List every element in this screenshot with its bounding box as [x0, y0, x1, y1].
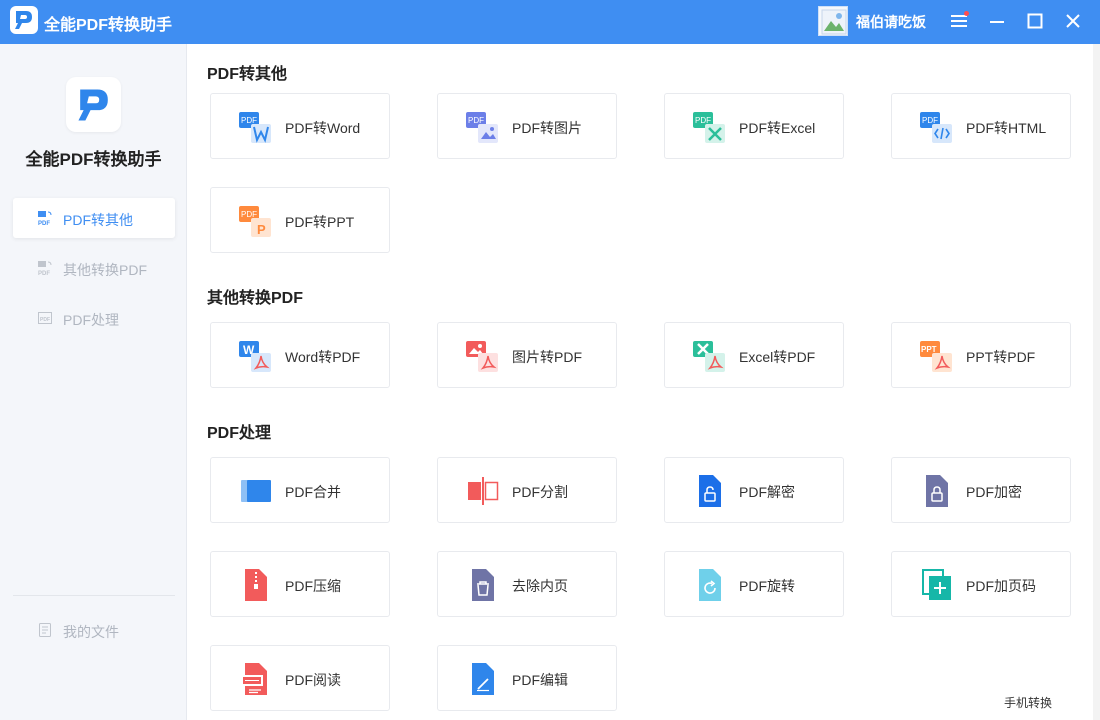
card-label: 图片转PDF — [512, 349, 582, 365]
avatar[interactable] — [818, 6, 848, 36]
card-label: PDF编辑 — [512, 672, 568, 688]
card-pdf-decrypt[interactable]: PDF解密 — [664, 457, 844, 523]
card-pdf-encrypt[interactable]: PDF加密 — [891, 457, 1071, 523]
mobile-convert-link[interactable]: 手机转换 — [1004, 694, 1052, 711]
maximize-icon[interactable] — [1024, 10, 1046, 32]
sidebar-item-label: PDF处理 — [63, 312, 119, 328]
pdf-to-html-icon: PDF — [920, 110, 954, 144]
delete-page-icon — [466, 568, 500, 602]
sidebar-item-label: 其他转换PDF — [63, 262, 147, 278]
pdf-to-image-icon: PDF — [466, 110, 500, 144]
read-file-icon — [239, 662, 273, 696]
excel-to-pdf-icon — [693, 339, 727, 373]
file-list-icon — [37, 622, 53, 638]
card-label: PDF转Word — [285, 120, 361, 136]
card-label: PPT转PDF — [966, 349, 1036, 365]
card-label: PDF转Excel — [739, 120, 816, 136]
card-label: PDF解密 — [739, 484, 795, 500]
card-label: PDF加密 — [966, 484, 1022, 500]
card-label: PDF旋转 — [739, 578, 795, 594]
card-remove-pages[interactable]: 去除内页 — [437, 551, 617, 617]
svg-text:PDF: PDF — [468, 116, 484, 125]
card-pdf-to-excel[interactable]: PDF PDF转Excel — [664, 93, 844, 159]
card-pdf-compress[interactable]: PDF压缩 — [210, 551, 390, 617]
minimize-icon[interactable] — [986, 10, 1008, 32]
section-title-pdf-process: PDF处理 — [207, 425, 272, 442]
sidebar-item-my-files[interactable]: 我的文件 — [13, 610, 175, 650]
card-label: 去除内页 — [512, 578, 568, 594]
card-ppt-to-pdf[interactable]: PPT PPT转PDF — [891, 322, 1071, 388]
card-pdf-to-html[interactable]: PDF PDF转HTML — [891, 93, 1071, 159]
card-pdf-add-page-number[interactable]: PDF加页码 — [891, 551, 1071, 617]
sidebar-item-label: 我的文件 — [63, 624, 119, 640]
to-pdf-icon: PDF — [37, 260, 53, 277]
app-logo-icon — [10, 6, 38, 34]
card-label: PDF转图片 — [512, 120, 582, 136]
card-label: PDF阅读 — [285, 672, 341, 688]
sidebar: 全能PDF转换助手 PDF PDF转其他 PDF 其他转换PDF PDF PDF… — [0, 44, 187, 720]
compress-file-icon — [239, 568, 273, 602]
card-image-to-pdf[interactable]: 图片转PDF — [437, 322, 617, 388]
sidebar-item-label: PDF转其他 — [63, 212, 133, 228]
card-pdf-merge[interactable]: PDF合并 — [210, 457, 390, 523]
card-label: PDF分割 — [512, 484, 568, 500]
app-title: 全能PDF转换助手 — [44, 17, 173, 34]
card-pdf-split[interactable]: PDF分割 — [437, 457, 617, 523]
svg-text:PDF: PDF — [241, 116, 257, 125]
add-page-icon — [920, 568, 954, 602]
sidebar-item-other-to-pdf[interactable]: PDF 其他转换PDF — [13, 248, 175, 288]
edit-file-icon — [466, 662, 500, 696]
menu-icon[interactable] — [948, 10, 970, 32]
unlock-file-icon — [693, 474, 727, 508]
merge-icon — [239, 474, 273, 508]
card-label: PDF合并 — [285, 484, 341, 500]
card-pdf-read[interactable]: PDF阅读 — [210, 645, 390, 711]
sidebar-item-pdf-process[interactable]: PDF PDF处理 — [13, 298, 175, 338]
card-word-to-pdf[interactable]: W Word转PDF — [210, 322, 390, 388]
card-label: PDF转HTML — [966, 120, 1047, 136]
split-icon — [466, 474, 500, 508]
svg-text:PDF: PDF — [241, 210, 257, 219]
svg-text:PDF: PDF — [38, 221, 50, 226]
sidebar-title: 全能PDF转换助手 — [25, 150, 162, 169]
card-label: PDF转PPT — [285, 214, 355, 230]
svg-text:PDF: PDF — [40, 317, 50, 323]
word-to-pdf-icon: W — [239, 339, 273, 373]
rotate-file-icon — [693, 568, 727, 602]
sidebar-logo-icon — [66, 77, 121, 132]
close-icon[interactable] — [1062, 10, 1084, 32]
svg-text:PDF: PDF — [38, 271, 50, 276]
card-label: PDF加页码 — [966, 578, 1036, 594]
card-pdf-edit[interactable]: PDF编辑 — [437, 645, 617, 711]
notification-dot — [964, 11, 969, 16]
card-pdf-rotate[interactable]: PDF旋转 — [664, 551, 844, 617]
svg-text:PDF: PDF — [922, 116, 938, 125]
svg-text:PPT: PPT — [921, 345, 937, 354]
svg-text:P: P — [257, 222, 266, 237]
title-bar: 全能PDF转换助手 福伯请吃饭 — [0, 0, 1100, 44]
card-label: PDF压缩 — [285, 578, 341, 594]
ppt-to-pdf-icon: PPT — [920, 339, 954, 373]
lock-file-icon — [920, 474, 954, 508]
card-pdf-to-ppt[interactable]: PDF P PDF转PPT — [210, 187, 390, 253]
pdf-convert-icon: PDF — [37, 210, 53, 227]
sidebar-divider — [13, 595, 175, 596]
card-excel-to-pdf[interactable]: Excel转PDF — [664, 322, 844, 388]
image-to-pdf-icon — [466, 339, 500, 373]
card-pdf-to-word[interactable]: PDF PDF转Word — [210, 93, 390, 159]
scrollbar[interactable] — [1093, 44, 1100, 720]
card-label: Word转PDF — [285, 349, 361, 365]
pdf-process-icon: PDF — [37, 310, 53, 326]
pdf-to-excel-icon: PDF — [693, 110, 727, 144]
pdf-to-word-icon: PDF — [239, 110, 273, 144]
sidebar-item-pdf-to-other[interactable]: PDF PDF转其他 — [13, 198, 175, 238]
svg-text:PDF: PDF — [695, 116, 711, 125]
username[interactable]: 福伯请吃饭 — [856, 12, 926, 32]
card-label: Excel转PDF — [739, 349, 816, 365]
section-title-other-to-pdf: 其他转换PDF — [207, 290, 304, 307]
pdf-to-ppt-icon: PDF P — [239, 204, 273, 238]
card-pdf-to-image[interactable]: PDF PDF转图片 — [437, 93, 617, 159]
section-title-pdf-to-other: PDF转其他 — [207, 66, 288, 83]
